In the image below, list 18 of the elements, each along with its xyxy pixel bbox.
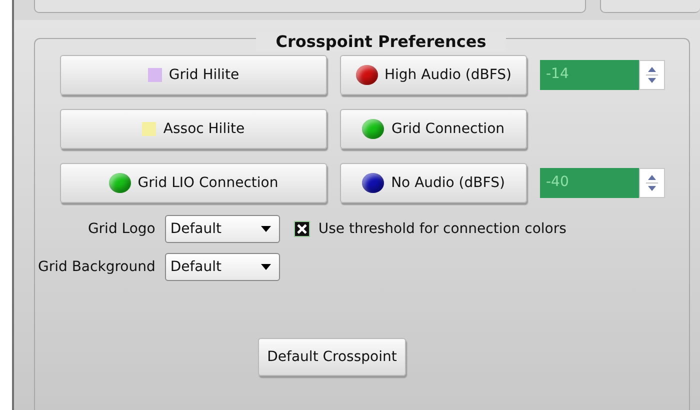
- color-button[interactable]: No Audio (dBFS): [340, 163, 527, 203]
- dropdown[interactable]: Default: [165, 253, 280, 281]
- checkbox[interactable]: [294, 221, 310, 237]
- spin-arrows-icon[interactable]: [639, 168, 665, 198]
- color-button[interactable]: Grid Hilite: [60, 55, 327, 95]
- checkbox-label: Use threshold for connection colors: [318, 221, 566, 237]
- caret-icon: [261, 226, 272, 232]
- group-title: Crosspoint Preferences: [256, 32, 506, 51]
- field-label: Grid Logo: [88, 221, 156, 237]
- spin-arrows-icon[interactable]: [639, 60, 665, 90]
- caret-icon: [261, 264, 272, 270]
- field-label: Grid Background: [38, 259, 156, 275]
- color-button[interactable]: Grid Connection: [340, 109, 527, 149]
- color-button[interactable]: High Audio (dBFS): [340, 55, 527, 95]
- color-button[interactable]: Assoc Hilite: [60, 109, 327, 149]
- color-button[interactable]: Grid LIO Connection: [60, 163, 327, 203]
- dropdown[interactable]: Default: [165, 215, 280, 243]
- default-crosspoint-button[interactable]: Default Crosspoint: [258, 338, 406, 376]
